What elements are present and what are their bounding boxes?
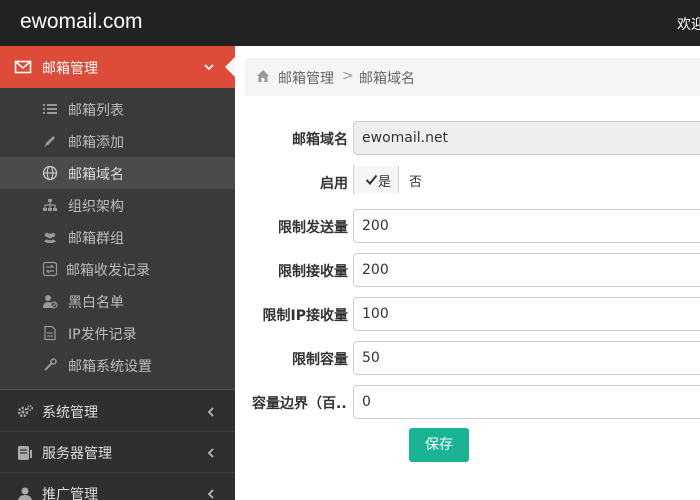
brand-logo-text[interactable]: ewomail.com (20, 10, 143, 34)
sidebar-item-label: 邮箱收发记录 (66, 263, 150, 279)
domain-label: 邮箱域名 (292, 132, 348, 148)
sidebar-menu-system-management[interactable]: 系统管理 (0, 392, 235, 432)
sidebar-menu-server-management[interactable]: 服务器管理 (0, 433, 235, 473)
sidebar-item-label: IP发件记录 (68, 327, 137, 343)
pencil-icon (44, 136, 55, 147)
welcome-text: 欢迎 (677, 17, 700, 33)
sidebar-menu-label: 服务器管理 (42, 446, 112, 462)
capacity-border-label: 容量边界（百... (252, 396, 348, 412)
cogs-icon (17, 404, 34, 418)
sidebar-item-ip-send-logs[interactable]: IP发件记录 (0, 317, 235, 349)
server-icon (18, 446, 32, 460)
capacity-limit-label: 限制容量 (292, 352, 348, 368)
sidebar: 邮箱管理 邮箱列表 邮箱添加 邮箱域名 组织架构 邮箱群组 邮箱收发记录 黑白名… (0, 46, 235, 500)
breadcrumb-current: 邮箱域名 (359, 71, 415, 87)
sidebar-item-org-structure[interactable]: 组织架构 (0, 189, 235, 221)
capacity-border-field[interactable]: 0 (353, 385, 700, 419)
receive-limit-field[interactable]: 200 (353, 253, 700, 287)
enable-no-button[interactable]: 否 (399, 166, 431, 193)
breadcrumb: 邮箱管理 > 邮箱域名 (245, 58, 700, 96)
home-icon[interactable] (256, 69, 270, 83)
sidebar-item-label: 邮箱系统设置 (68, 359, 152, 375)
save-button[interactable]: 保存 (409, 428, 469, 462)
breadcrumb-parent-link[interactable]: 邮箱管理 (278, 68, 334, 88)
ip-receive-limit-label: 限制IP接收量 (262, 308, 348, 324)
sidebar-item-label: 黑白名单 (68, 295, 124, 311)
user-icon (18, 487, 32, 500)
sidebar-item-label: 邮箱域名 (68, 167, 124, 183)
envelope-icon (14, 60, 32, 74)
active-pointer (225, 57, 235, 77)
sidebar-item-label: 邮箱添加 (68, 135, 124, 151)
send-limit-label: 限制发送量 (278, 220, 348, 236)
globe-icon (42, 165, 58, 181)
enable-yes-button[interactable]: 是 (354, 166, 399, 193)
ip-receive-limit-field[interactable]: 100 (353, 297, 700, 331)
enable-no-label: 否 (409, 175, 423, 190)
sidebar-divider (0, 389, 235, 390)
sidebar-item-mail-system-settings[interactable]: 邮箱系统设置 (0, 349, 235, 381)
file-icon (44, 325, 56, 341)
domain-field[interactable]: ewomail.net (353, 121, 700, 155)
breadcrumb-separator: > (342, 68, 354, 84)
sitemap-icon (43, 199, 57, 211)
enable-yes-label: 是 (378, 175, 392, 190)
sidebar-item-label: 邮箱列表 (68, 103, 124, 119)
sidebar-item-label: 组织架构 (68, 199, 124, 215)
chevron-left-icon (207, 448, 214, 458)
sidebar-item-mailbox-add[interactable]: 邮箱添加 (0, 125, 235, 157)
chevron-down-icon (204, 64, 214, 71)
receive-limit-label: 限制接收量 (278, 264, 348, 280)
list-icon (43, 104, 57, 114)
capacity-limit-field[interactable]: 50 (353, 341, 700, 375)
check-icon (365, 174, 378, 185)
sidebar-item-mailbox-groups[interactable]: 邮箱群组 (0, 221, 235, 253)
send-limit-field[interactable]: 200 (353, 209, 700, 243)
chevron-left-icon (207, 407, 214, 417)
sidebar-item-mail-logs[interactable]: 邮箱收发记录 (0, 253, 235, 285)
sidebar-item-label: 邮箱群组 (68, 231, 124, 247)
enable-toggle: 是 否 (353, 165, 422, 194)
sidebar-menu-label: 推广管理 (42, 487, 98, 500)
top-navbar: ewomail.com 欢迎 (0, 0, 700, 46)
enable-label: 启用 (320, 176, 348, 192)
wrench-icon (44, 358, 57, 371)
exchange-icon (42, 261, 58, 277)
sidebar-submenu: 邮箱列表 邮箱添加 邮箱域名 组织架构 邮箱群组 邮箱收发记录 黑白名单 IP发… (0, 88, 235, 390)
sidebar-item-mailbox-list[interactable]: 邮箱列表 (0, 93, 235, 125)
sidebar-menu-promotion-management[interactable]: 推广管理 (0, 474, 235, 500)
sidebar-menu-mailbox-management[interactable]: 邮箱管理 (0, 46, 235, 88)
chevron-left-icon (207, 489, 214, 499)
sidebar-item-blackwhite-list[interactable]: 黑白名单 (0, 285, 235, 317)
users-icon (44, 232, 56, 243)
sidebar-item-mailbox-domain[interactable]: 邮箱域名 (0, 157, 235, 189)
sidebar-menu-label: 邮箱管理 (42, 61, 98, 77)
sidebar-menu-label: 系统管理 (42, 405, 98, 421)
user-block-icon (43, 295, 58, 309)
